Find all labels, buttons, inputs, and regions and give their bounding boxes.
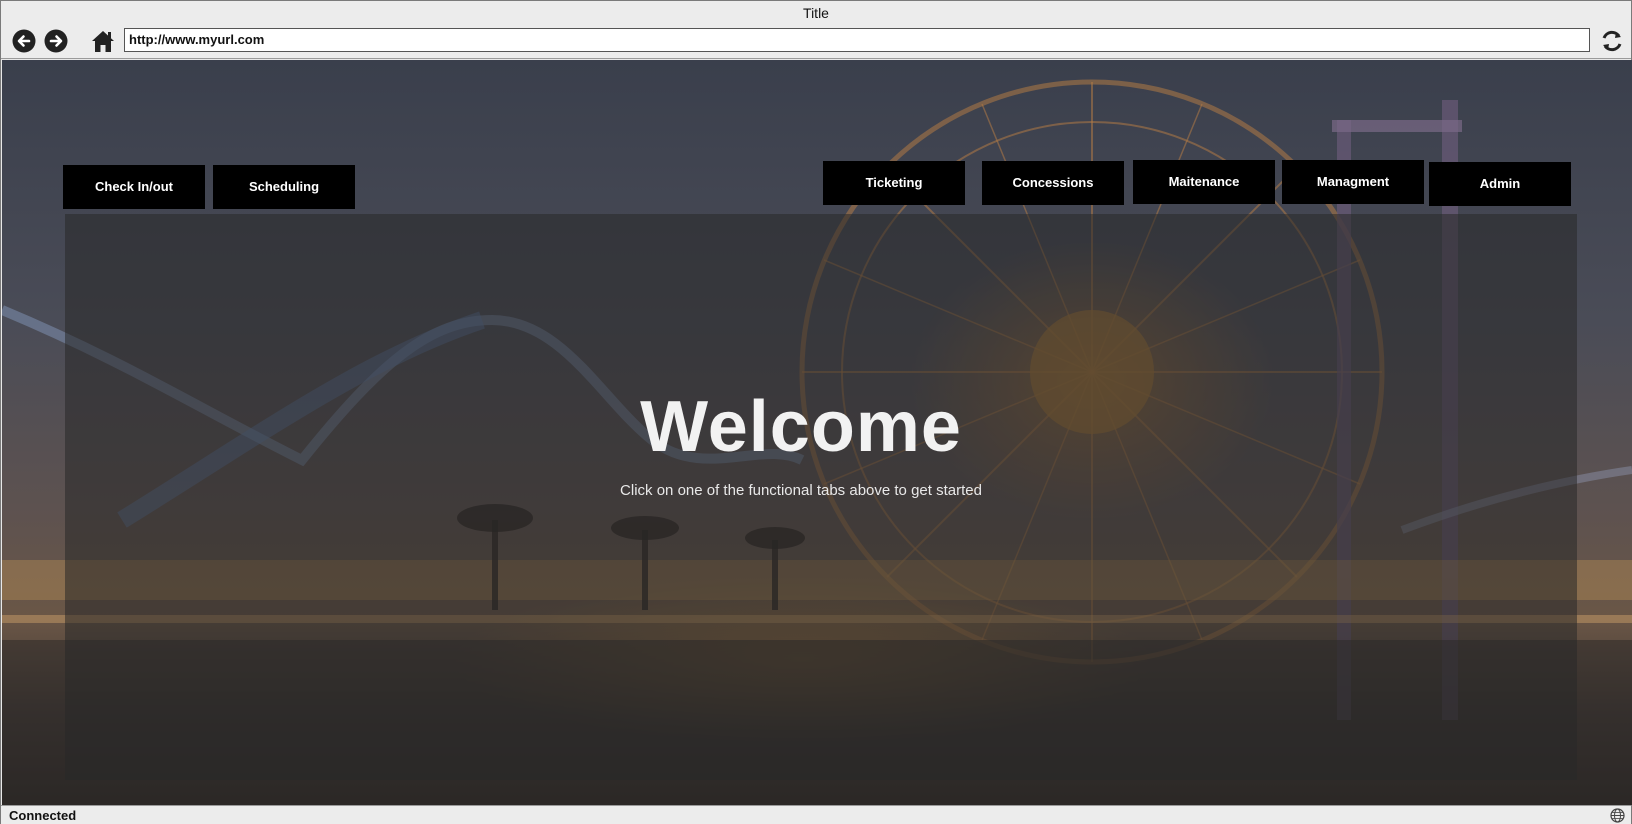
- tab-ticketing[interactable]: Ticketing: [823, 161, 965, 205]
- browser-window: Title http://www.myurl.com Check In/out …: [0, 0, 1632, 824]
- status-bar: Connected: [1, 805, 1631, 824]
- tab-concessions[interactable]: Concessions: [982, 161, 1124, 205]
- tab-check-in-out[interactable]: Check In/out: [63, 165, 205, 209]
- status-text: Connected: [9, 808, 77, 823]
- browser-toolbar: http://www.myurl.com: [1, 25, 1631, 59]
- tab-maitenance[interactable]: Maitenance: [1133, 160, 1275, 204]
- welcome-heading: Welcome: [640, 387, 962, 467]
- welcome-subheading: Click on one of the functional tabs abov…: [620, 482, 982, 499]
- forward-arrow-icon[interactable]: [43, 28, 69, 54]
- tab-managment[interactable]: Managment: [1282, 160, 1424, 204]
- tab-admin[interactable]: Admin: [1429, 162, 1571, 206]
- back-arrow-icon[interactable]: [11, 28, 37, 54]
- window-title: Title: [1, 1, 1631, 25]
- tab-scheduling[interactable]: Scheduling: [213, 165, 355, 209]
- globe-icon: [1610, 808, 1625, 823]
- refresh-icon[interactable]: [1599, 28, 1625, 54]
- home-icon[interactable]: [90, 28, 116, 54]
- url-input[interactable]: http://www.myurl.com: [124, 28, 1590, 52]
